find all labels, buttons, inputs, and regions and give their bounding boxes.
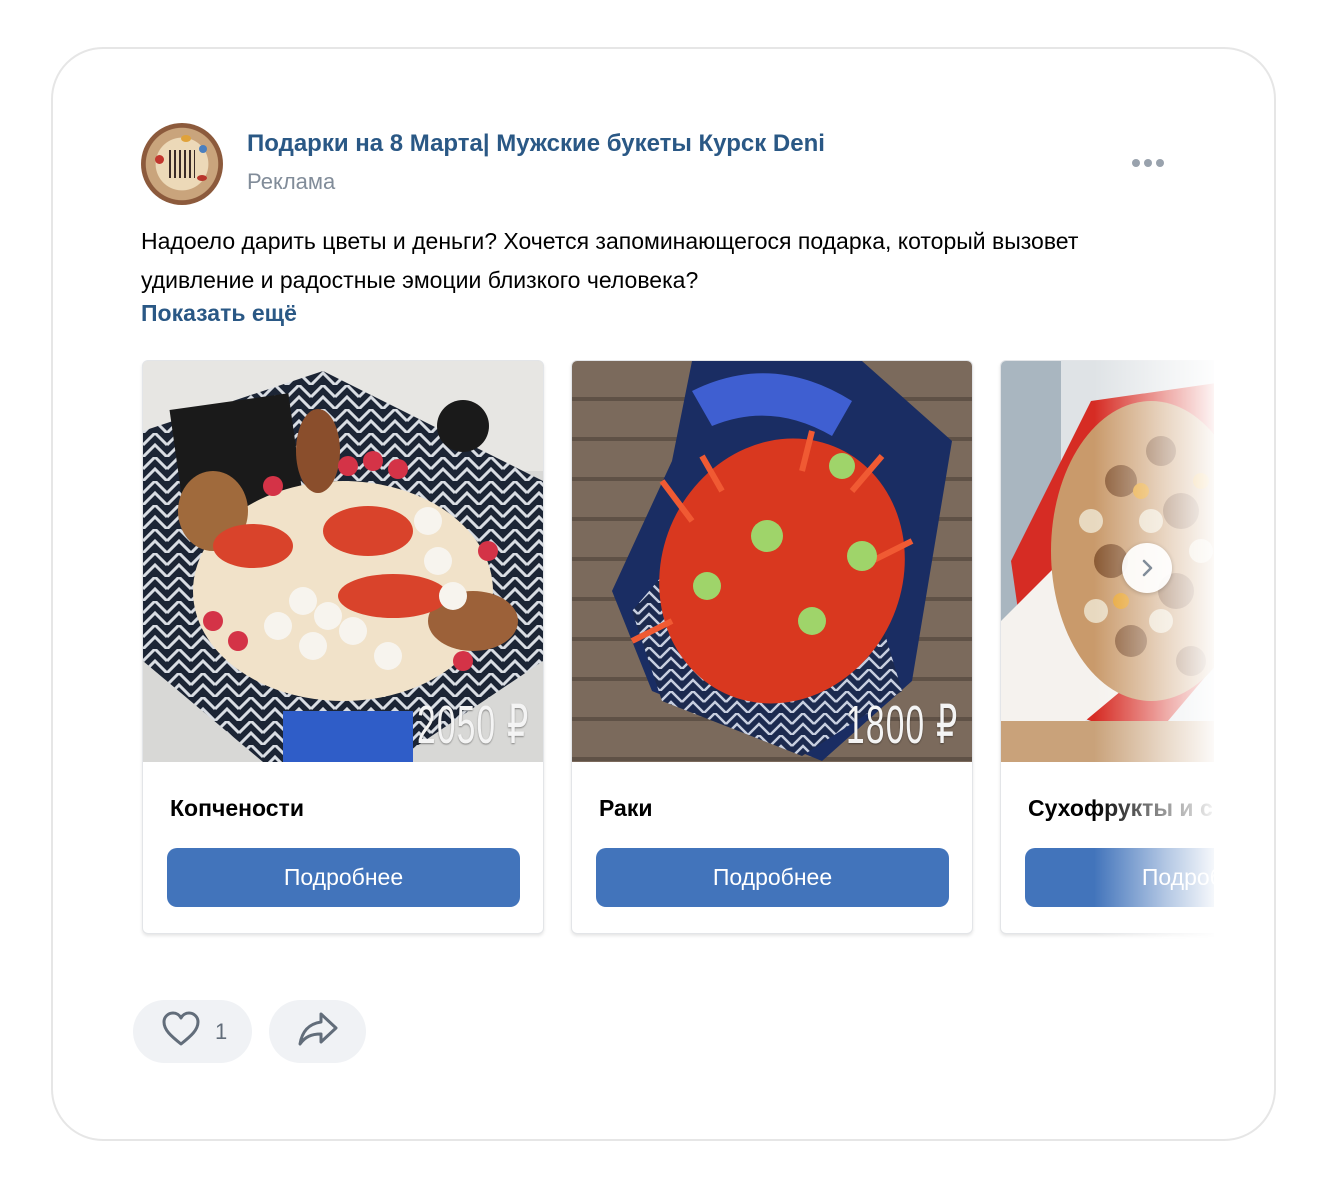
post-text: Надоело дарить цветы и деньги? Хочется з… [141,228,1079,293]
product-photo-crayfish[interactable]: 1800 ₽ [572,361,972,762]
avatar-decor [199,145,207,153]
details-button[interactable]: Подробнее [596,848,949,907]
more-horizontal-icon[interactable] [1130,156,1166,170]
avatar-decor [197,175,207,181]
chevron-right-icon[interactable] [1122,543,1172,593]
ad-label: Реклама [247,169,336,194]
like-count: 1 [215,1018,228,1044]
product-title: Копчености [170,795,304,821]
avatar-decor [181,135,191,142]
like-button[interactable]: 1 [133,1000,252,1063]
product-title: Раки [599,795,653,821]
price-label: 1800 ₽ [845,695,958,755]
product-carousel: 2050 ₽ Копчености Подробнее 1800 ₽ Раки … [94,360,1214,940]
details-button[interactable]: Подробнее [1025,848,1214,907]
share-button[interactable] [269,1000,366,1063]
group-name-link[interactable]: Подарки на 8 Марта| Мужские букеты Курск… [247,130,825,158]
product-card[interactable]: 2050 ₽ Копчености Подробнее [142,360,544,934]
product-card[interactable]: Сухофрукты и с Подробнее [1000,360,1214,934]
group-avatar[interactable] [141,123,223,205]
product-photo-smoked[interactable]: 2050 ₽ [143,361,543,762]
ad-post: Подарки на 8 Марта| Мужские букеты Курск… [94,110,1214,1090]
details-button[interactable]: Подробнее [167,848,520,907]
product-photo-dried-fruits[interactable] [1001,361,1214,762]
avatar-decor [155,155,164,164]
heart-icon [161,1011,201,1052]
product-title: Сухофрукты и с [1028,795,1213,821]
share-icon [297,1011,339,1052]
avatar-logo-barcode [169,150,195,178]
show-more-link[interactable]: Показать ещё [141,300,297,327]
product-card[interactable]: 1800 ₽ Раки Подробнее [571,360,973,934]
price-label: 2050 ₽ [416,695,529,755]
